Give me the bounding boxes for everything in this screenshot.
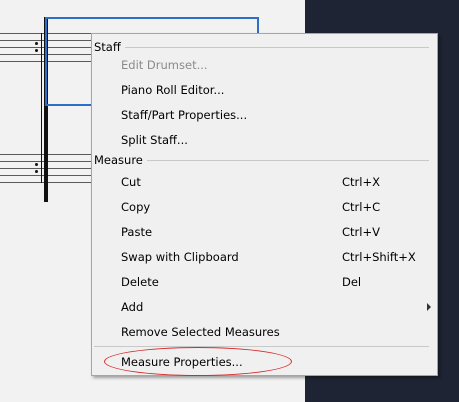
shortcut-label: Del <box>342 275 362 289</box>
shortcut-label: Ctrl+Shift+X <box>342 250 416 264</box>
repeat-dot <box>35 42 38 45</box>
section-header-measure: Measure <box>94 152 147 168</box>
repeat-barline-thin <box>41 33 42 183</box>
context-menu: Staff Edit Drumset... Piano Roll Editor.… <box>91 33 438 376</box>
menu-item-split-staff[interactable]: Split Staff... <box>92 128 437 152</box>
staff-line <box>0 161 100 162</box>
staff-line <box>0 175 100 176</box>
staff-line <box>0 182 100 183</box>
staff-line <box>0 168 100 169</box>
menu-item-swap-with-clipboard[interactable]: Swap with Clipboard Ctrl+Shift+X <box>92 245 437 269</box>
menu-section-measure: Measure <box>92 152 437 168</box>
menu-item-piano-roll-editor[interactable]: Piano Roll Editor... <box>92 78 437 102</box>
menu-separator <box>94 346 429 347</box>
shortcut-label: Ctrl+C <box>342 200 381 214</box>
menu-item-delete[interactable]: Delete Del <box>92 270 437 294</box>
shortcut-label: Ctrl+V <box>342 225 380 239</box>
menu-item-remove-selected-measures[interactable]: Remove Selected Measures <box>92 320 437 344</box>
staff-line <box>0 154 100 155</box>
menu-item-paste[interactable]: Paste Ctrl+V <box>92 220 437 244</box>
repeat-dot <box>35 163 38 166</box>
menu-item-copy[interactable]: Copy Ctrl+C <box>92 195 437 219</box>
repeat-dot <box>35 170 38 173</box>
annotation-oval <box>104 347 292 376</box>
repeat-dot <box>35 49 38 52</box>
submenu-arrow-icon <box>427 303 431 311</box>
menu-item-staff-part-properties[interactable]: Staff/Part Properties... <box>92 103 437 127</box>
menu-item-edit-drumset: Edit Drumset... <box>121 58 208 72</box>
shortcut-label: Ctrl+X <box>342 175 380 189</box>
section-rule <box>94 47 429 48</box>
menu-item-add[interactable]: Add <box>92 295 437 319</box>
menu-item-cut[interactable]: Cut Ctrl+X <box>92 170 437 194</box>
